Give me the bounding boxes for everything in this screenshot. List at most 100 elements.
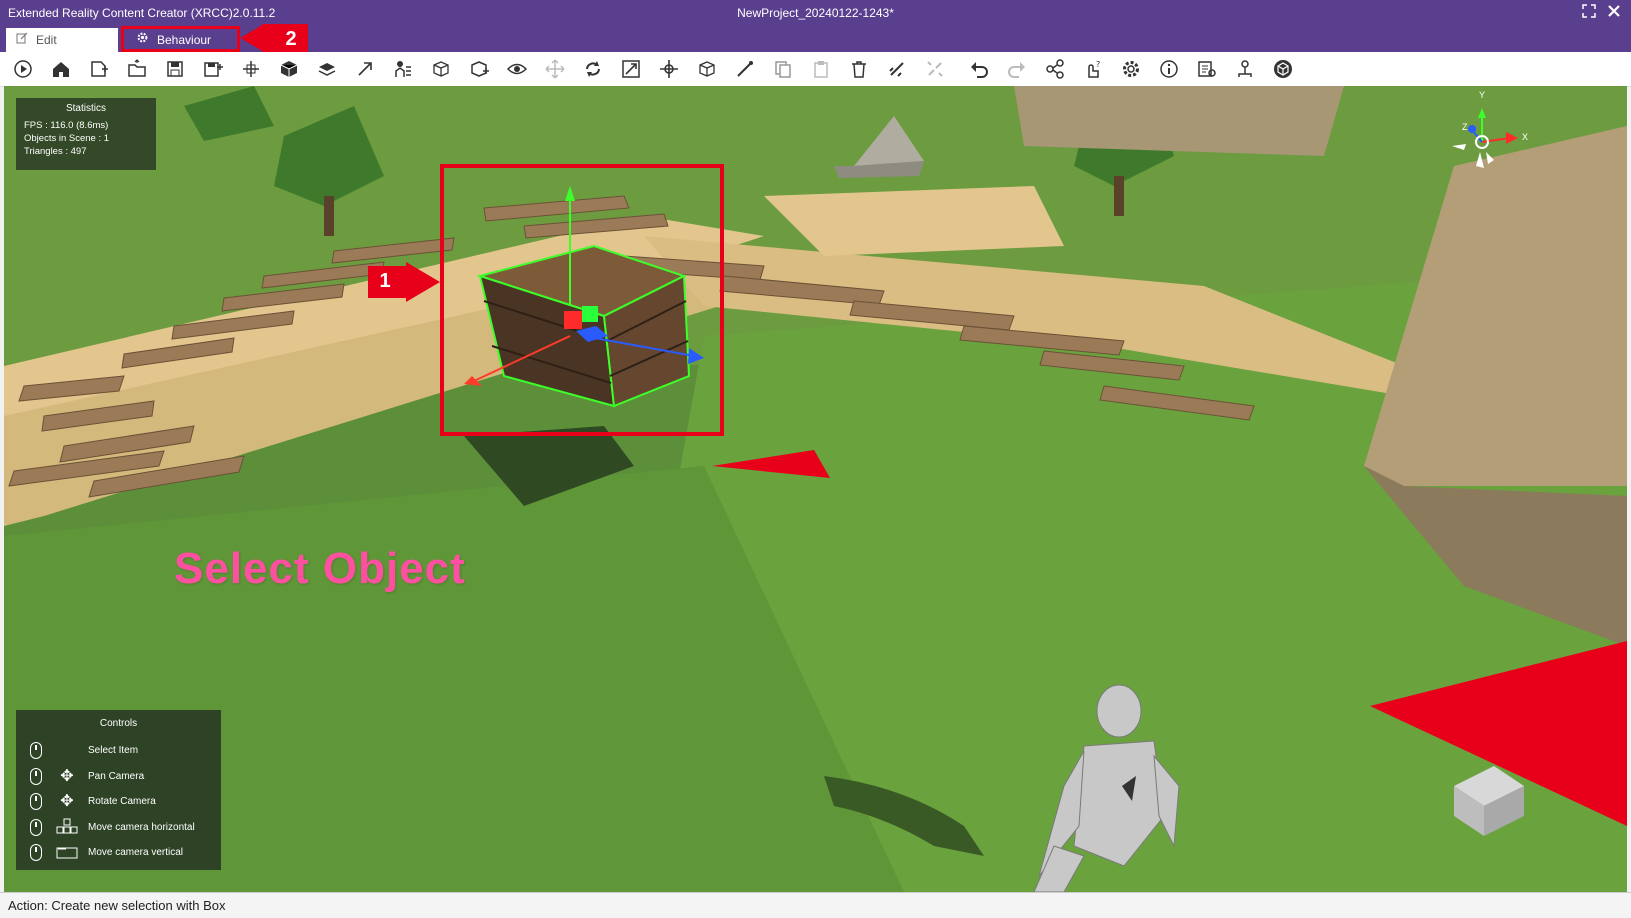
open-folder-icon	[128, 59, 146, 77]
orientation-gizmo[interactable]: Y X Z	[1444, 90, 1534, 174]
control-move-horizontal: Move camera horizontal	[16, 815, 221, 841]
statistics-panel: Statistics FPS : 116.0 (8.6ms) Objects i…	[16, 98, 156, 170]
axis-gizmo-icon	[1452, 108, 1518, 168]
settings-icon	[1123, 61, 1139, 77]
info-button[interactable]	[1156, 57, 1182, 81]
annotation-marker-2: 2	[285, 28, 297, 50]
pivot-button[interactable]	[694, 57, 720, 81]
save-icon	[167, 61, 183, 77]
delete-button[interactable]	[846, 57, 872, 81]
close-button[interactable]	[1605, 4, 1623, 22]
unlink-icon	[927, 61, 943, 77]
report-icon	[1198, 61, 1216, 77]
control-select-item: Select Item	[16, 738, 221, 764]
close-icon	[1608, 5, 1620, 17]
mouse-right-icon	[30, 793, 42, 810]
mouse-middle-icon	[30, 767, 42, 785]
paste-button[interactable]	[808, 57, 834, 81]
spacebar-key-icon	[56, 843, 78, 863]
project-title: NewProject_20240122-1243*	[737, 6, 894, 20]
layers-icon	[318, 63, 336, 76]
copy-icon	[775, 61, 791, 78]
model-icon	[433, 61, 449, 77]
control-rotate-camera: ✥ Rotate Camera	[16, 789, 221, 815]
main-toolbar: ?	[0, 52, 1631, 87]
rig-button[interactable]	[390, 57, 416, 81]
undo-button[interactable]	[966, 57, 992, 81]
edit-icon	[16, 28, 28, 52]
transform-tool-button[interactable]	[656, 57, 682, 81]
new-file-icon	[91, 61, 108, 77]
annotation-marker-1: 1	[379, 270, 391, 292]
tab-edit-label: Edit	[36, 33, 57, 47]
model-button[interactable]	[428, 57, 454, 81]
measure-button[interactable]	[732, 57, 758, 81]
status-action-text: Action: Create new selection with Box	[8, 898, 226, 913]
fps-readout: FPS : 116.0 (8.6ms)	[24, 120, 109, 131]
objects-count: Objects in Scene : 1	[24, 133, 110, 144]
share-icon	[1046, 59, 1064, 79]
rig-icon	[395, 61, 411, 77]
tab-edit[interactable]: Edit	[6, 28, 118, 52]
selection-highlight-box	[440, 164, 724, 436]
interaction-button[interactable]: ?	[1080, 57, 1106, 81]
move-tool-button[interactable]	[542, 57, 568, 81]
control-label: Move camera horizontal	[88, 821, 195, 833]
layers-button[interactable]	[314, 57, 340, 81]
delete-icon	[852, 61, 866, 78]
scene-render	[4, 86, 1627, 892]
eye-icon	[507, 63, 527, 75]
info-icon	[1160, 60, 1178, 78]
link-button[interactable]	[884, 57, 910, 81]
control-label: Select Item	[88, 745, 139, 756]
copy-button[interactable]	[770, 57, 796, 81]
share-button[interactable]	[1042, 57, 1068, 81]
export-button[interactable]	[352, 57, 378, 81]
scene-viewport[interactable]: Y X Z Statistics FPS : 116.0 (8.6ms) Obj…	[4, 86, 1627, 892]
save-button[interactable]	[162, 57, 188, 81]
import-button[interactable]	[238, 57, 264, 81]
export-icon	[358, 62, 372, 76]
undo-icon	[971, 62, 988, 78]
cube-box-button[interactable]	[276, 57, 302, 81]
home-icon	[53, 62, 69, 77]
paste-icon	[814, 61, 828, 78]
svg-text:?: ?	[1096, 60, 1100, 69]
maximize-button[interactable]	[1580, 4, 1598, 22]
status-bar: Action: Create new selection with Box	[0, 892, 1631, 918]
move-icon	[545, 59, 565, 79]
open-folder-button[interactable]	[124, 57, 150, 81]
gizmo-z-label: Z	[1462, 122, 1468, 132]
control-move-vertical: Move camera vertical	[16, 840, 221, 866]
gizmo-y-label: Y	[1479, 90, 1486, 100]
move-arrows-icon: ✥	[60, 793, 74, 810]
mouse-left-icon	[30, 742, 42, 759]
unity-button[interactable]	[1270, 57, 1296, 81]
add-object-button[interactable]	[466, 57, 492, 81]
mouse-right-icon	[30, 818, 42, 836]
redo-icon	[1008, 62, 1025, 78]
home-button[interactable]	[48, 57, 74, 81]
visibility-button[interactable]	[504, 57, 530, 81]
save-as-button[interactable]	[200, 57, 226, 81]
control-pan-camera: ✥ Pan Camera	[16, 764, 221, 790]
report-button[interactable]	[1194, 57, 1220, 81]
save-as-icon	[204, 62, 223, 77]
redo-button[interactable]	[1004, 57, 1030, 81]
unlink-button[interactable]	[922, 57, 948, 81]
hierarchy-button[interactable]	[1232, 57, 1258, 81]
control-label: Pan Camera	[88, 770, 145, 782]
new-file-button[interactable]	[86, 57, 112, 81]
scale-icon	[622, 60, 640, 78]
maximize-icon	[1582, 4, 1596, 18]
wasd-keys-icon	[56, 818, 78, 838]
mouse-right-icon	[30, 844, 42, 861]
settings-button[interactable]	[1118, 57, 1144, 81]
controls-panel: Controls Select Item ✥ Pan Camera ✥ Rota…	[16, 710, 221, 870]
control-label: Rotate Camera	[88, 796, 156, 807]
scale-tool-button[interactable]	[618, 57, 644, 81]
interaction-icon: ?	[1088, 60, 1100, 78]
rotate-tool-button[interactable]	[580, 57, 606, 81]
rotate-icon	[586, 61, 600, 77]
play-button[interactable]	[10, 57, 36, 81]
